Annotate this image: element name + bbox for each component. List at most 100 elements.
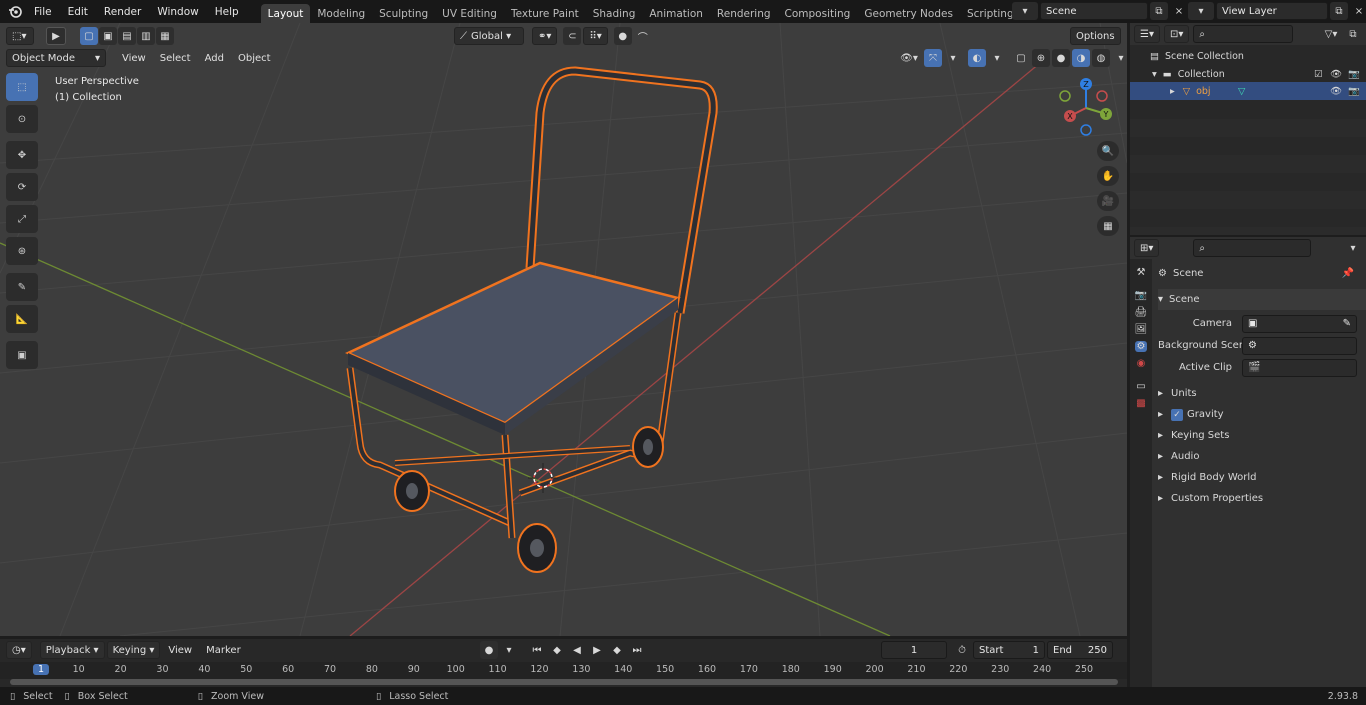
playback-dropdown[interactable]: Playback ▾ (39, 641, 105, 659)
scale-tool-icon[interactable]: ⤢ (6, 205, 38, 233)
xray-icon[interactable]: ▢ (1012, 49, 1030, 67)
shading-solid-icon[interactable]: ● (1052, 49, 1070, 67)
tool-tab-icon[interactable]: ⚒ (1137, 267, 1146, 278)
next-keyframe-icon[interactable]: ◆ (608, 641, 626, 659)
render-tab-icon[interactable]: 📷 (1135, 290, 1147, 301)
select-invert-icon[interactable]: ▥ (137, 27, 155, 45)
keying-sets-panel-header[interactable]: ▸ Keying Sets (1158, 425, 1366, 446)
pin-icon[interactable]: 📌 (1342, 268, 1354, 279)
tab-sculpting[interactable]: Sculpting (372, 4, 435, 23)
outliner-row-scene-collection[interactable]: ▤ Scene Collection (1130, 47, 1366, 65)
background-scene-field[interactable]: ⚙ (1242, 336, 1357, 355)
snap-target-dropdown[interactable]: ⠿▾ (583, 27, 608, 45)
play-reverse-icon[interactable]: ◀ (568, 641, 586, 659)
properties-search-input[interactable]: ⌕ (1193, 239, 1312, 257)
rigid-body-world-panel-header[interactable]: ▸ Rigid Body World (1158, 467, 1366, 488)
outliner-row-collection[interactable]: ▾ ▬ Collection ☑ 👁 📷 (1130, 65, 1366, 83)
measure-tool-icon[interactable]: 📐 (6, 305, 38, 333)
neg-y-axis-icon[interactable] (1059, 90, 1071, 102)
timeline-menu-marker[interactable]: Marker (200, 641, 247, 659)
viewport-menu-add[interactable]: Add (199, 49, 230, 67)
prev-keyframe-icon[interactable]: ◆ (548, 641, 566, 659)
menu-file[interactable]: File (26, 0, 60, 23)
outliner-row-obj[interactable]: ▸ ▽ obj ▽ 👁 📷 (1130, 82, 1366, 100)
visibility-eye-icon[interactable]: 👁 (1330, 69, 1342, 80)
rotate-tool-icon[interactable]: ⟳ (6, 173, 38, 201)
viewport-menu-object[interactable]: Object (232, 49, 277, 67)
scene-icon[interactable]: ▾ (1012, 2, 1038, 20)
timeline-editor-type-icon[interactable]: ◷▾ (6, 641, 32, 659)
snap-icon[interactable]: ⊂ (563, 27, 582, 45)
neg-x-axis-icon[interactable] (1096, 90, 1108, 102)
frame-ruler[interactable]: 1 10 20 30 40 50 60 70 80 90 100 110 120 130 140 150 160… (0, 662, 1127, 679)
shading-material-icon[interactable]: ◑ (1072, 49, 1090, 67)
gizmo-dropdown-icon[interactable]: ▾ (944, 49, 962, 67)
delete-view-layer-icon[interactable]: × (1350, 2, 1366, 20)
stopwatch-icon[interactable]: ⏱ (953, 641, 971, 659)
falloff-icon[interactable]: ⌒ (634, 27, 652, 45)
viewport-menu-view[interactable]: View (116, 49, 152, 67)
view-layer-tab-icon[interactable]: 🖼 (1135, 324, 1148, 335)
view-layer-field[interactable]: View Layer (1216, 2, 1328, 20)
display-mode-icon[interactable]: ⊡▾ (1163, 25, 1190, 43)
overlay-toggle-icon[interactable]: ◐ (968, 49, 986, 67)
units-panel-header[interactable]: ▸ Units (1158, 383, 1366, 404)
menu-help[interactable]: Help (207, 0, 247, 23)
mode-dropdown[interactable]: Object Mode ▾ (6, 49, 106, 67)
cursor-tool-icon[interactable]: ⊙ (6, 105, 38, 133)
outliner-search-input[interactable]: ⌕ (1193, 25, 1294, 43)
auto-key-dropdown-icon[interactable]: ▾ (500, 641, 518, 659)
3d-viewport[interactable]: ⬚▾ ▶ ▢ ▣ ▤ ▥ ▦ ⟋ Global ▾ ⚭▾ ⊂ ⠿▾ ● ⌒ Op… (0, 23, 1127, 636)
tab-rendering[interactable]: Rendering (710, 4, 778, 23)
gravity-panel-header[interactable]: ▸ ✓ Gravity (1158, 404, 1366, 425)
editor-type-icon[interactable]: ⬚▾ (6, 27, 34, 45)
exclude-checkbox[interactable]: ☑ (1314, 69, 1323, 80)
outliner-editor-type-icon[interactable]: ☰▾ (1134, 25, 1160, 43)
record-icon[interactable]: ● (480, 641, 498, 659)
visibility-eye-icon[interactable]: 👁 (1330, 86, 1342, 97)
timeline-menu-view[interactable]: View (162, 641, 198, 659)
properties-editor-type-icon[interactable]: ⊞▾ (1134, 239, 1160, 257)
render-camera-icon[interactable]: 📷 (1348, 69, 1360, 80)
scene-panel-header[interactable]: ▾ Scene (1158, 289, 1366, 310)
proportional-edit-icon[interactable]: ● (613, 27, 632, 45)
menu-window[interactable]: Window (149, 0, 206, 23)
select-subtract-icon[interactable]: ▤ (118, 27, 136, 45)
menu-render[interactable]: Render (96, 0, 149, 23)
scene-tab-icon[interactable]: ⚙ (1134, 341, 1148, 352)
overlay-dropdown-icon[interactable]: ▾ (988, 49, 1006, 67)
jump-end-icon[interactable]: ⏭ (628, 641, 646, 659)
scene-field[interactable]: Scene (1040, 2, 1148, 20)
navigation-gizmo[interactable]: Z Y X (1058, 76, 1118, 146)
move-tool-icon[interactable]: ✥ (6, 141, 38, 169)
expand-arrow-icon[interactable]: ▾ (1152, 69, 1157, 80)
add-cube-tool-icon[interactable]: ▣ (6, 341, 38, 369)
custom-properties-panel-header[interactable]: ▸ Custom Properties (1158, 488, 1366, 509)
play-icon[interactable]: ▶ (588, 641, 606, 659)
shading-wireframe-icon[interactable]: ⊕ (1032, 49, 1050, 67)
new-collection-icon[interactable]: ⧉ (1344, 25, 1362, 43)
audio-panel-header[interactable]: ▸ Audio (1158, 446, 1366, 467)
world-tab-icon[interactable]: ◉ (1137, 358, 1146, 369)
tab-geometry-nodes[interactable]: Geometry Nodes (857, 4, 960, 23)
pan-hand-icon[interactable]: ✋ (1097, 166, 1119, 186)
output-tab-icon[interactable]: 🖨 (1135, 307, 1148, 318)
render-camera-icon[interactable]: 📷 (1348, 86, 1360, 97)
tab-shading[interactable]: Shading (586, 4, 643, 23)
options-dropdown[interactable]: Options (1070, 27, 1121, 45)
expand-arrow-icon[interactable]: ▸ (1170, 86, 1175, 97)
blender-logo-icon[interactable] (6, 3, 24, 21)
shading-rendered-icon[interactable]: ◍ (1092, 49, 1110, 67)
keying-dropdown[interactable]: Keying ▾ (106, 641, 161, 659)
current-frame-marker[interactable]: 1 (32, 664, 50, 675)
tab-texture-paint[interactable]: Texture Paint (504, 4, 586, 23)
options-label[interactable]: Options (1070, 27, 1121, 45)
collection-tab-icon[interactable]: ▭ (1136, 381, 1145, 392)
grid-view-icon[interactable]: ▦ (1097, 216, 1119, 236)
new-scene-icon[interactable]: ⧉ (1150, 2, 1168, 20)
pivot-point-dropdown[interactable]: ⚭▾ (532, 27, 558, 45)
start-frame-field[interactable]: Start 1 (973, 641, 1045, 659)
select-extend-icon[interactable]: ▣ (99, 27, 117, 45)
end-frame-field[interactable]: End 250 (1047, 641, 1113, 659)
camera-field[interactable]: ▣ ✎ (1242, 314, 1357, 333)
